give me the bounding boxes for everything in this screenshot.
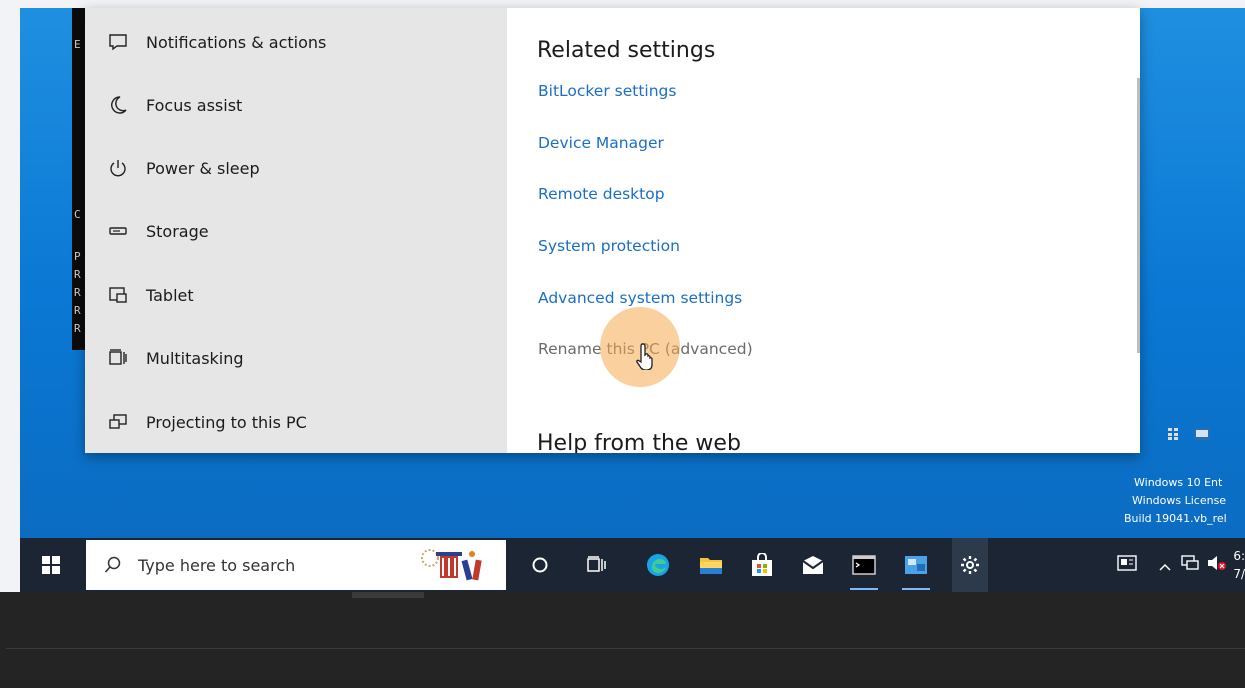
edge-taskbar-button[interactable]: [644, 551, 672, 579]
nav-item-multitasking[interactable]: Multitasking: [85, 333, 507, 383]
cortana-button[interactable]: [526, 551, 554, 579]
news-widget-button[interactable]: [1117, 555, 1138, 575]
power-icon: [107, 157, 129, 179]
nav-item-label: Power & sleep: [146, 158, 260, 178]
bitlocker-settings-link[interactable]: BitLocker settings: [538, 82, 676, 100]
chevron-up-icon: [1159, 563, 1171, 571]
settings-window: Notifications & actions Focus assist Pow…: [85, 8, 1140, 453]
clock-date: 7/: [1233, 567, 1245, 581]
moon-icon: [107, 94, 129, 116]
store-bag-icon: [752, 553, 772, 576]
nav-item-projecting[interactable]: Projecting to this PC: [85, 397, 507, 447]
taskbar-search-box[interactable]: Type here to search: [86, 540, 506, 590]
notifications-icon: [107, 31, 129, 53]
player-notch: [352, 592, 424, 598]
cortana-icon: [532, 557, 548, 573]
watermark-line: Windows License: [1132, 494, 1227, 507]
settings-content-pane: Related settings BitLocker settings Devi…: [507, 8, 1140, 453]
network-icon: [1181, 555, 1200, 570]
taskbar-clock[interactable]: 6: 7/: [1233, 547, 1245, 583]
gear-icon: [961, 556, 979, 574]
show-hidden-icons-button[interactable]: [1159, 556, 1171, 575]
nav-item-power-sleep[interactable]: Power & sleep: [85, 143, 507, 193]
taskbar: Type here to search 6: 7/: [20, 538, 1245, 603]
nav-item-label: Notifications & actions: [146, 32, 327, 52]
watermark-line: Build 19041.vb_rel: [1124, 512, 1227, 525]
windows-build-watermark: Windows 10 Ent Windows License Build 190…: [1124, 474, 1227, 528]
projecting-icon: [107, 411, 129, 433]
nav-item-label: Storage: [146, 221, 209, 241]
volume-button[interactable]: [1207, 555, 1227, 575]
hand-cursor-icon: [636, 342, 658, 374]
task-view-icon: [587, 556, 606, 572]
storage-icon: [107, 220, 129, 242]
video-player-bar: [0, 592, 1245, 688]
network-button[interactable]: [1181, 555, 1200, 575]
nav-item-label: Multitasking: [146, 348, 244, 368]
folder-icon: [700, 558, 722, 574]
frame-left-strip: [0, 0, 20, 600]
nav-item-storage[interactable]: Storage: [85, 206, 507, 256]
nav-item-label: Focus assist: [146, 95, 243, 115]
console-text: R: [74, 286, 81, 299]
active-app-indicator: [850, 588, 878, 590]
player-divider: [6, 648, 1245, 649]
task-view-button[interactable]: [583, 551, 611, 579]
terminal-icon: [852, 555, 876, 575]
store-taskbar-button[interactable]: [748, 551, 776, 579]
console-text: R: [74, 268, 81, 281]
multitasking-icon: [107, 347, 129, 369]
active-app-indicator: [902, 588, 930, 590]
remote-desktop-taskbar-button[interactable]: [902, 551, 930, 590]
system-protection-link[interactable]: System protection: [538, 237, 680, 255]
device-manager-link[interactable]: Device Manager: [538, 134, 664, 152]
console-text: C: [74, 208, 81, 221]
settings-taskbar-button[interactable]: [952, 538, 988, 603]
search-icon: [104, 556, 122, 574]
remote-desktop-link[interactable]: Remote desktop: [538, 185, 665, 203]
content-scrollbar[interactable]: [1137, 78, 1140, 353]
view-grid-icon: [1168, 428, 1178, 440]
mail-taskbar-button[interactable]: [799, 551, 827, 579]
console-text: P: [74, 250, 81, 263]
desktop-icons-mini: [1168, 428, 1210, 440]
windows-logo-icon: [42, 556, 60, 574]
volume-muted-icon: [1208, 556, 1227, 570]
search-placeholder: Type here to search: [138, 555, 296, 575]
nav-item-label: Projecting to this PC: [146, 412, 307, 432]
console-text: R: [74, 304, 81, 317]
edge-icon: [647, 554, 669, 576]
file-explorer-taskbar-button[interactable]: [697, 551, 725, 579]
nav-item-focus-assist[interactable]: Focus assist: [85, 80, 507, 130]
advanced-system-settings-link[interactable]: Advanced system settings: [538, 289, 742, 307]
screen-recording-frame: E C P R R R R Notifications & actions Fo…: [0, 0, 1245, 688]
nav-item-notifications[interactable]: Notifications & actions: [85, 17, 507, 67]
start-button[interactable]: [20, 538, 82, 592]
news-icon: [1117, 555, 1138, 571]
clock-time: 6:: [1233, 549, 1245, 563]
watermark-line: Windows 10 Ent: [1134, 476, 1223, 489]
remote-desktop-icon: [905, 556, 927, 574]
mail-icon: [802, 556, 824, 574]
help-from-web-heading: Help from the web: [537, 431, 741, 453]
settings-nav-pane: Notifications & actions Focus assist Pow…: [85, 8, 507, 453]
tablet-icon: [107, 284, 129, 306]
fireworks-doodle-icon[interactable]: [414, 544, 498, 592]
nav-item-tablet[interactable]: Tablet: [85, 270, 507, 320]
frame-top-strip: [0, 0, 1245, 8]
related-settings-heading: Related settings: [537, 38, 716, 63]
terminal-taskbar-button[interactable]: [850, 551, 878, 590]
view-monitor-icon: [1194, 428, 1210, 440]
console-text: R: [74, 322, 81, 335]
nav-item-label: Tablet: [146, 285, 194, 305]
console-text: E: [74, 38, 81, 51]
system-tray: 6: 7/: [1117, 538, 1245, 592]
